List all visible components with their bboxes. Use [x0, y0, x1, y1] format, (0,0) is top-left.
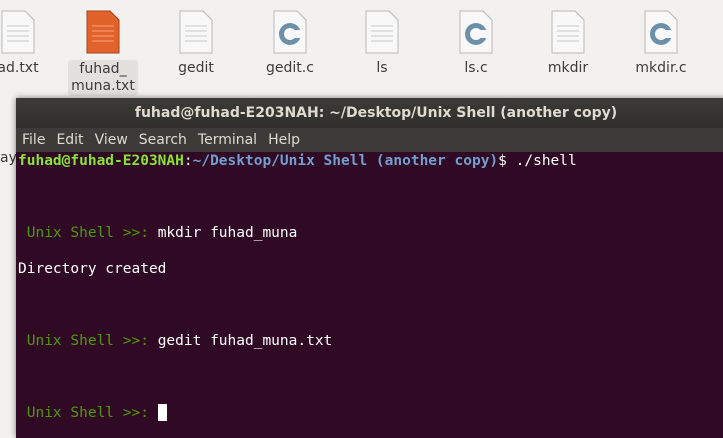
file-icon-ls-c[interactable]: ls.c — [438, 10, 514, 77]
menu-edit[interactable]: Edit — [56, 132, 83, 148]
file-label-line1: fuhad_ — [79, 61, 127, 77]
prompt-user: fuhad@fuhad-E203NAH — [18, 153, 184, 169]
unix-shell-prompt: Unix Shell >>: — [18, 405, 158, 421]
text-file-icon — [179, 10, 213, 54]
file-icon-gedit[interactable]: gedit — [158, 10, 234, 77]
prompt-symbol: $ — [498, 153, 516, 169]
terminal-screen[interactable]: fuhad@fuhad-E203NAH:~/Desktop/Unix Shell… — [16, 152, 723, 422]
window-titlebar[interactable]: fuhad@fuhad-E203NAH: ~/Desktop/Unix Shel… — [16, 98, 723, 128]
line-current: Unix Shell >>: — [18, 404, 723, 422]
menu-view[interactable]: View — [95, 132, 128, 148]
line-shell-prompt: fuhad@fuhad-E203NAH:~/Desktop/Unix Shell… — [18, 152, 723, 170]
menu-help[interactable]: Help — [268, 132, 300, 148]
window-title: fuhad@fuhad-E203NAH: ~/Desktop/Unix Shel… — [134, 105, 618, 121]
file-label: mkdir.c — [635, 60, 687, 76]
file-icon-ad-txt[interactable]: ad.txt — [0, 10, 56, 77]
prompt-path: ~/Desktop/Unix Shell (another copy) — [192, 153, 499, 169]
text-file-icon — [1, 10, 35, 54]
terminal-window[interactable]: fuhad@fuhad-E203NAH: ~/Desktop/Unix Shel… — [16, 98, 723, 438]
unix-shell-prompt: Unix Shell >>: — [18, 333, 158, 349]
file-icon-fuhad-muna-txt[interactable]: fuhad_ muna.txt — [65, 10, 141, 96]
file-label: mkdir — [547, 60, 589, 76]
file-icon-mkdir[interactable]: mkdir — [530, 10, 606, 77]
line-gedit: Unix Shell >>: gedit fuhad_muna.txt — [18, 332, 723, 350]
menu-file[interactable]: File — [22, 132, 45, 148]
c-source-file-icon — [273, 10, 307, 54]
menu-search[interactable]: Search — [139, 132, 187, 148]
file-icon-gedit-c[interactable]: gedit.c — [252, 10, 328, 77]
command-mkdir: mkdir fuhad_muna — [157, 225, 298, 241]
file-label-line2: muna.txt — [71, 78, 135, 94]
file-icon-ls[interactable]: ls — [344, 10, 420, 77]
file-label: ad.txt — [0, 60, 39, 76]
file-label: ls.c — [464, 60, 488, 76]
c-source-file-icon — [644, 10, 678, 54]
file-label: fuhad_ muna.txt — [68, 60, 138, 96]
file-label: gedit.c — [266, 60, 314, 76]
file-label: ls — [376, 60, 388, 76]
line-mkdir: Unix Shell >>: mkdir fuhad_muna — [18, 224, 723, 242]
command-text: ./shell — [515, 153, 577, 169]
file-label: gedit — [178, 60, 214, 76]
menu-terminal[interactable]: Terminal — [198, 132, 257, 148]
unix-shell-prompt: Unix Shell >>: — [18, 225, 158, 241]
text-cursor — [157, 404, 167, 421]
text-file-icon — [365, 10, 399, 54]
file-icon-mkdir-c[interactable]: mkdir.c — [623, 10, 699, 77]
output-line: Directory created — [18, 261, 167, 277]
text-file-icon — [86, 10, 120, 54]
menu-bar: File Edit View Search Terminal Help — [16, 128, 723, 152]
c-source-file-icon — [459, 10, 493, 54]
text-file-icon — [551, 10, 585, 54]
command-gedit: gedit fuhad_muna.txt — [157, 333, 333, 349]
prompt-colon: : — [183, 153, 193, 169]
